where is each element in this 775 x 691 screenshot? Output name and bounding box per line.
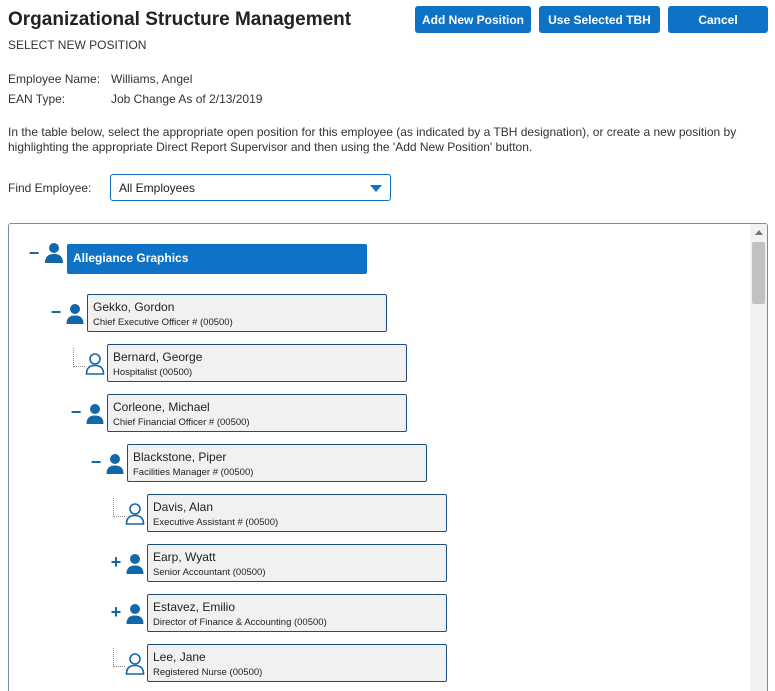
tree-connector (73, 348, 85, 367)
employee-position-title: Chief Financial Officer # (00500) (113, 417, 250, 428)
tree-node[interactable]: + Earp, Wyatt Senior Accountant (00500) (109, 544, 469, 582)
employee-name: Lee, Jane (153, 650, 206, 664)
person-filled-icon (106, 454, 124, 474)
find-employee-label: Find Employee: (8, 181, 92, 195)
employee-name: Bernard, George (113, 350, 203, 364)
employee-name-label: Employee Name: (8, 72, 101, 86)
tree-node[interactable]: − Corleone, Michael Chief Financial Office… (69, 394, 429, 432)
employee-position-title: Chief Executive Officer # (00500) (93, 317, 233, 328)
chevron-down-icon (370, 185, 382, 192)
employee-position-title: Director of Finance & Accounting (00500) (153, 617, 327, 628)
page-title: Organizational Structure Management (8, 9, 352, 30)
instructions-text: In the table below, select the appropria… (8, 125, 737, 154)
employee-name: Gekko, Gordon (93, 300, 175, 314)
tree-node[interactable]: Davis, Alan Executive Assistant # (00500) (109, 494, 469, 532)
add-new-position-button[interactable]: Add New Position (415, 6, 531, 33)
employee-name-value: Williams, Angel (111, 72, 193, 86)
employee-card[interactable]: Bernard, George Hospitalist (00500) (107, 344, 407, 382)
employee-card[interactable]: Estavez, Emilio Director of Finance & Acc… (147, 594, 447, 632)
collapse-toggle-icon[interactable]: − (69, 403, 83, 421)
collapse-toggle-icon[interactable]: − (27, 244, 41, 262)
employee-card[interactable]: Lee, Jane Registered Nurse (00500) (147, 644, 447, 682)
use-selected-tbh-button[interactable]: Use Selected TBH (539, 6, 660, 33)
person-outline-icon (125, 503, 145, 525)
employee-name: Corleone, Michael (113, 400, 210, 414)
scroll-up-arrow-icon[interactable] (755, 230, 763, 235)
employee-position-title: Registered Nurse (00500) (153, 667, 263, 678)
org-root-name: Allegiance Graphics (73, 251, 189, 265)
employee-position-title: Executive Assistant # (00500) (153, 517, 279, 528)
expand-toggle-icon[interactable]: + (109, 603, 123, 621)
employee-position-title: Facilities Manager # (00500) (133, 467, 254, 478)
tree-connector (113, 498, 125, 517)
person-outline-icon (125, 653, 145, 675)
employee-card[interactable]: Earp, Wyatt Senior Accountant (00500) (147, 544, 447, 582)
collapse-toggle-icon[interactable]: − (89, 453, 103, 471)
employee-card[interactable]: Gekko, Gordon Chief Executive Officer # (… (87, 294, 387, 332)
tree-node[interactable]: + Estavez, Emilio Director of Finance & Ac… (109, 594, 469, 632)
employee-name: Estavez, Emilio (153, 600, 236, 614)
employee-card[interactable]: Blackstone, Piper Facilities Manager # (0… (127, 444, 427, 482)
find-employee-select[interactable]: All Employees (110, 174, 391, 201)
org-tree-panel[interactable]: − Allegiance Graphics − Gekko, Gordon Chie… (8, 223, 768, 691)
tree-node[interactable]: − Gekko, Gordon Chief Executive Officer # … (49, 294, 409, 332)
person-filled-icon (126, 604, 144, 624)
person-filled-icon (45, 243, 63, 263)
ean-type-value: Job Change As of 2/13/2019 (111, 92, 263, 106)
scroll-thumb[interactable] (752, 242, 765, 304)
tree-node[interactable]: − Blackstone, Piper Facilities Manager # (… (89, 444, 449, 482)
employee-name: Davis, Alan (153, 500, 214, 514)
employee-card[interactable]: Corleone, Michael Chief Financial Officer… (107, 394, 407, 432)
org-root-node[interactable]: Allegiance Graphics (67, 244, 367, 274)
person-filled-icon (66, 304, 84, 324)
cancel-button[interactable]: Cancel (668, 6, 768, 33)
person-outline-icon (85, 353, 105, 375)
employee-name: Blackstone, Piper (133, 450, 227, 464)
tree-node[interactable]: Bernard, George Hospitalist (00500) (69, 344, 429, 382)
employee-name: Earp, Wyatt (153, 550, 216, 564)
person-filled-icon (126, 554, 144, 574)
person-filled-icon (86, 404, 104, 424)
page-subtitle: SELECT NEW POSITION (8, 38, 147, 52)
employee-position-title: Senior Accountant (00500) (153, 567, 266, 578)
tree-connector (113, 648, 125, 667)
tree-node[interactable]: Lee, Jane Registered Nurse (00500) (109, 644, 469, 682)
ean-type-label: EAN Type: (8, 92, 66, 106)
collapse-toggle-icon[interactable]: − (49, 303, 63, 321)
find-employee-value: All Employees (119, 181, 196, 195)
tree-scrollbar[interactable] (750, 224, 767, 691)
expand-toggle-icon[interactable]: + (109, 553, 123, 571)
employee-card[interactable]: Davis, Alan Executive Assistant # (00500) (147, 494, 447, 532)
employee-position-title: Hospitalist (00500) (113, 367, 193, 378)
